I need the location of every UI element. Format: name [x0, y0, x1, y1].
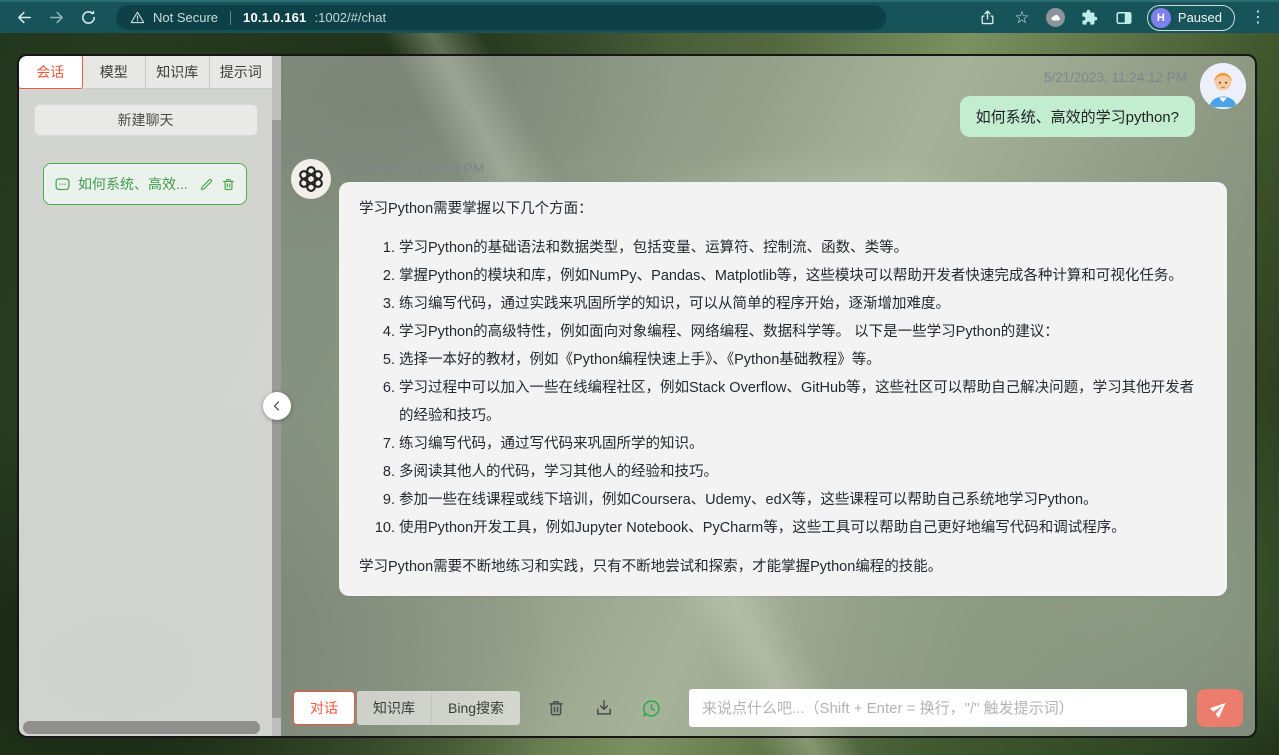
- list-item: 练习编写代码，通过写代码来巩固所学的知识。: [399, 430, 1207, 458]
- tab-knowledge[interactable]: 知识库: [357, 691, 431, 725]
- tab-model[interactable]: 模型: [83, 56, 147, 88]
- list-item: 使用Python开发工具，例如Jupyter Notebook、PyCharm等…: [399, 514, 1207, 542]
- list-item: 学习Python的高级特性，例如面向对象编程、网络编程、数据科学等。 以下是一些…: [399, 318, 1207, 346]
- chevron-left-icon: [271, 400, 283, 412]
- chat-list-item[interactable]: 如何系统、高效...: [43, 163, 247, 205]
- send-button[interactable]: [1197, 689, 1243, 727]
- assistant-message-column: 5/21/2023, 11:26:03 PM 学习Python需要掌握以下几个方…: [339, 159, 1227, 596]
- extension-badge-button[interactable]: [1045, 7, 1067, 29]
- puzzle-icon: [1081, 9, 1098, 26]
- chat-bubble-icon: [54, 176, 71, 193]
- forward-button[interactable]: [42, 5, 70, 31]
- back-button[interactable]: [10, 5, 38, 31]
- security-label: Not Secure: [153, 10, 218, 25]
- tab-conversation-label: 会话: [36, 62, 64, 82]
- send-plane-icon: [1206, 694, 1234, 722]
- tab-knowledge-label: 知识库: [373, 698, 415, 718]
- bookmark-star-icon: ☆: [1014, 9, 1029, 26]
- page-background: 会话 模型 知识库 提示词 新建聊天 如何系统、高效...: [0, 33, 1279, 755]
- back-arrow-icon: [16, 9, 33, 26]
- tab-bing-search-label: Bing搜索: [448, 698, 504, 718]
- mode-tabs: 对话 知识库 Bing搜索: [293, 691, 520, 725]
- browser-profile-button[interactable]: H Paused: [1147, 5, 1235, 31]
- user-message-timestamp: 5/21/2023, 11:24:12 PM: [1044, 70, 1187, 85]
- user-message-row: 5/21/2023, 11:24:12 PM 如何系统、高效的学习python?: [291, 63, 1249, 137]
- address-bar[interactable]: Not Secure 10.1.0.161 :1002/#/chat: [116, 5, 886, 30]
- delete-chat-trash-icon[interactable]: [221, 177, 236, 192]
- list-item: 多阅读其他人的代码，学习其他人的经验和技巧。: [399, 458, 1207, 486]
- list-item: 参加一些在线课程或线下培训，例如Coursera、Udemy、edX等，这些课程…: [399, 486, 1207, 514]
- assistant-avatar: [291, 159, 331, 199]
- share-icon: [979, 9, 996, 26]
- not-secure-warning-icon: [130, 10, 145, 25]
- tab-prompts-label: 提示词: [220, 62, 262, 82]
- forward-arrow-icon: [48, 9, 65, 26]
- pencil-icon[interactable]: [199, 177, 214, 192]
- user-message-bubble: 如何系统、高效的学习python?: [960, 96, 1195, 137]
- list-item: 选择一本好的教材，例如《Python编程快速上手》、《Python基础教程》等。: [399, 346, 1207, 374]
- reload-button[interactable]: [74, 5, 102, 31]
- new-chat-button[interactable]: 新建聊天: [34, 104, 258, 136]
- tab-dialogue[interactable]: 对话: [293, 691, 355, 725]
- sidebar-divider-scrollbar[interactable]: [272, 56, 281, 736]
- side-panel-button[interactable]: [1113, 7, 1135, 29]
- bookmark-button[interactable]: ☆: [1011, 7, 1033, 29]
- assistant-numbered-list: 学习Python的基础语法和数据类型，包括变量、运算符、控制流、函数、类等。 掌…: [359, 234, 1207, 542]
- reload-icon: [80, 9, 97, 26]
- list-item: 学习过程中可以加入一些在线编程社区，例如Stack Overflow、GitHu…: [399, 374, 1207, 430]
- list-item: 学习Python的基础语法和数据类型，包括变量、运算符、控制流、函数、类等。: [399, 234, 1207, 262]
- url-path: :1002/#/chat: [315, 10, 387, 25]
- profile-status-label: Paused: [1178, 10, 1222, 25]
- profile-avatar: H: [1151, 8, 1171, 28]
- chat-item-title: 如何系统、高效...: [78, 174, 192, 194]
- boy-avatar-icon: [1200, 63, 1246, 109]
- user-avatar: [1200, 63, 1246, 109]
- side-panel-icon: [1115, 9, 1133, 27]
- list-item: 掌握Python的模块和库，例如NumPy、Pandas、Matplotlib等…: [399, 262, 1207, 290]
- tab-knowledge-base-label: 知识库: [156, 62, 198, 82]
- message-input[interactable]: [689, 689, 1187, 727]
- new-chat-label: 新建聊天: [118, 110, 174, 130]
- assistant-intro-text: 学习Python需要掌握以下几个方面：: [359, 196, 1207, 222]
- extensions-button[interactable]: [1079, 7, 1101, 29]
- chat-history-button[interactable]: [640, 697, 662, 719]
- tab-dialogue-label: 对话: [310, 698, 338, 718]
- openai-logo-icon: [296, 164, 326, 194]
- kebab-menu-icon: ⋮: [1250, 10, 1266, 26]
- omnibox-separator: [230, 11, 231, 25]
- chat-bottom-toolbar: 对话 知识库 Bing搜索: [281, 680, 1255, 736]
- tab-prompts[interactable]: 提示词: [210, 56, 273, 88]
- assistant-message-row: 5/21/2023, 11:26:03 PM 学习Python需要掌握以下几个方…: [291, 159, 1249, 596]
- tab-model-label: 模型: [100, 62, 128, 82]
- assistant-outro-text: 学习Python需要不断地练习和实践，只有不断地尝试和探索，才能掌握Python…: [359, 554, 1207, 580]
- clear-chat-button[interactable]: [545, 697, 567, 719]
- share-button[interactable]: [977, 7, 999, 29]
- collapse-sidebar-button[interactable]: [263, 392, 291, 420]
- tab-knowledge-base[interactable]: 知识库: [146, 56, 210, 88]
- browser-menu-button[interactable]: ⋮: [1247, 7, 1269, 29]
- sidebar-horizontal-scrollbar[interactable]: [23, 721, 260, 734]
- user-message-column: 5/21/2023, 11:24:12 PM 如何系统、高效的学习python?: [960, 63, 1195, 137]
- url-host: 10.1.0.161: [243, 10, 306, 25]
- chat-main-area: 5/21/2023, 11:24:12 PM 如何系统、高效的学习python?: [281, 56, 1255, 736]
- export-chat-button[interactable]: [593, 697, 615, 719]
- list-item: 练习编写代码，通过实践来巩固所学的知识，可以从简单的程序开始，逐渐增加难度。: [399, 290, 1207, 318]
- sidebar: 会话 模型 知识库 提示词 新建聊天 如何系统、高效...: [19, 56, 272, 736]
- sidebar-tabs: 会话 模型 知识库 提示词: [19, 56, 272, 89]
- browser-actions: ☆ H Paused ⋮: [977, 5, 1269, 31]
- download-icon: [594, 698, 614, 718]
- tab-bing-search[interactable]: Bing搜索: [431, 691, 520, 725]
- message-list: 5/21/2023, 11:24:12 PM 如何系统、高效的学习python?: [281, 56, 1255, 680]
- browser-toolbar: Not Secure 10.1.0.161 :1002/#/chat ☆ H Pa…: [0, 0, 1279, 33]
- trash-icon: [546, 698, 566, 718]
- tab-conversation[interactable]: 会话: [18, 55, 83, 89]
- chat-history-icon: [641, 698, 662, 719]
- cloud-extension-icon: [1046, 8, 1065, 27]
- assistant-message-timestamp: 5/21/2023, 11:26:03 PM: [341, 161, 1227, 176]
- chat-app-window: 会话 模型 知识库 提示词 新建聊天 如何系统、高效...: [17, 54, 1257, 738]
- assistant-message-bubble: 学习Python需要掌握以下几个方面： 学习Python的基础语法和数据类型，包…: [339, 182, 1227, 596]
